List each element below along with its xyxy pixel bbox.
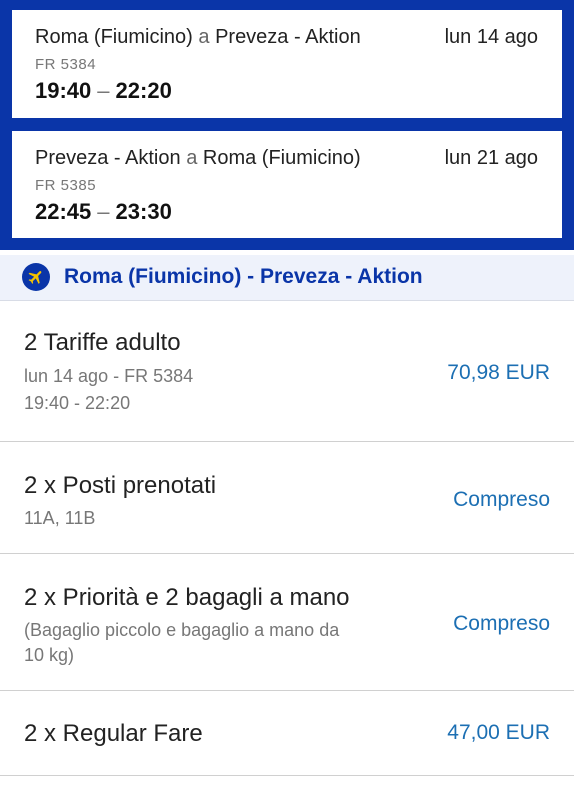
return-times: 22:45–23:30 bbox=[35, 199, 172, 225]
regular-fare-price: 47,00 EUR bbox=[447, 721, 550, 744]
seats-title: 2 x Posti prenotati bbox=[24, 472, 217, 499]
return-from: Preveza - Aktion bbox=[35, 147, 181, 169]
return-route: Preveza - Aktion a Roma (Fiumicino) bbox=[35, 147, 361, 170]
return-arrive: 23:30 bbox=[115, 199, 172, 224]
priority-price: Compreso bbox=[453, 612, 550, 635]
fare-row: 2 Tariffe adulto lun 14 ago - FR 5384 19… bbox=[0, 301, 574, 442]
outbound-to: Preveza - Aktion bbox=[215, 26, 361, 48]
regular-fare-title: 2 x Regular Fare bbox=[24, 720, 203, 747]
outbound-times: 19:40–22:20 bbox=[35, 78, 172, 104]
fare-title: 2 Tariffe adulto bbox=[24, 329, 181, 356]
fare-price: 70,98 EUR bbox=[447, 361, 550, 384]
outbound-depart: 19:40 bbox=[35, 78, 92, 103]
priority-desc-2: 10 kg) bbox=[24, 645, 75, 665]
time-dash: – bbox=[97, 199, 110, 224]
return-depart: 22:45 bbox=[35, 199, 92, 224]
flight-summary-header: Roma (Fiumicino) a Preveza - Aktion lun … bbox=[0, 0, 574, 250]
fare-sub-date: lun 14 ago - FR 5384 bbox=[24, 366, 194, 386]
return-flight-card[interactable]: Preveza - Aktion a Roma (Fiumicino) lun … bbox=[12, 131, 562, 238]
seats-price: Compreso bbox=[453, 488, 550, 511]
priority-row: 2 x Priorità e 2 bagagli a mano (Bagagli… bbox=[0, 554, 574, 691]
section-title: Roma (Fiumicino) - Preveza - Aktion bbox=[64, 265, 423, 288]
plane-icon bbox=[22, 263, 50, 291]
return-date: lun 21 ago bbox=[444, 147, 538, 169]
fare-sub-time: 19:40 - 22:20 bbox=[24, 393, 131, 413]
seats-row: 2 x Posti prenotati 11A, 11B Compreso bbox=[0, 442, 574, 554]
outbound-route: Roma (Fiumicino) a Preveza - Aktion bbox=[35, 26, 361, 49]
route-section-header: Roma (Fiumicino) - Preveza - Aktion bbox=[0, 255, 574, 301]
return-to: Roma (Fiumicino) bbox=[202, 147, 361, 169]
time-dash: – bbox=[97, 78, 110, 103]
priority-desc-1: (Bagaglio piccolo e bagaglio a mano da bbox=[24, 620, 340, 640]
regular-fare-row: 2 x Regular Fare 47,00 EUR bbox=[0, 691, 574, 776]
outbound-arrive: 22:20 bbox=[115, 78, 172, 103]
outbound-connector: a bbox=[198, 26, 210, 48]
seats-numbers: 11A, 11B bbox=[24, 508, 96, 528]
outbound-from: Roma (Fiumicino) bbox=[35, 26, 193, 48]
return-flight-code: FR 5385 bbox=[35, 177, 97, 194]
outbound-flight-card[interactable]: Roma (Fiumicino) a Preveza - Aktion lun … bbox=[12, 10, 562, 118]
outbound-date: lun 14 ago bbox=[444, 26, 538, 48]
outbound-flight-code: FR 5384 bbox=[35, 56, 97, 73]
priority-title: 2 x Priorità e 2 bagagli a mano bbox=[24, 584, 350, 611]
return-connector: a bbox=[186, 147, 198, 169]
